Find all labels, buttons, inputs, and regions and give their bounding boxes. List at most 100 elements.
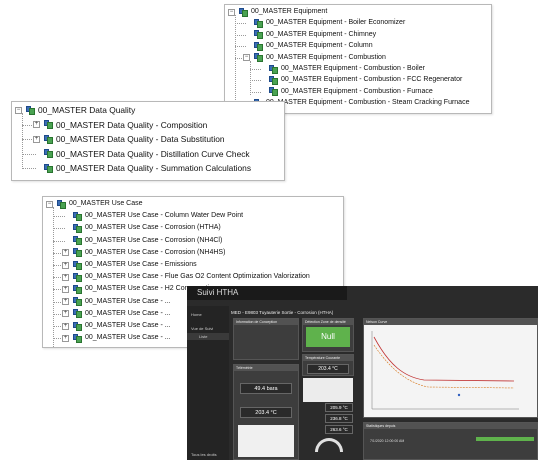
nav-footer[interactable]: Tous les droits bbox=[191, 452, 217, 457]
alert-status: Null bbox=[306, 327, 350, 347]
tree-node-label[interactable]: 00_MASTER Equipment bbox=[251, 7, 327, 17]
tree-node-label[interactable]: 00_MASTER Use Case - Emissions bbox=[85, 260, 197, 270]
tree-node-icon bbox=[73, 321, 82, 331]
stats-box: Statistiques depuis 7/1/2020 12:00:00 AM bbox=[363, 422, 538, 460]
tree-node-icon bbox=[269, 64, 278, 74]
tree-node-label[interactable]: 00_MASTER Equipment - Column bbox=[266, 41, 373, 51]
tree-node-label[interactable]: 00_MASTER Equipment - Combustion - FCC R… bbox=[281, 75, 462, 85]
tree-connector bbox=[235, 46, 246, 48]
tree-node-label[interactable]: 00_MASTER Use Case - Corrosion (NH4Cl) bbox=[85, 236, 222, 246]
tree-node-label[interactable]: 00_MASTER Data Quality - Summation Calcu… bbox=[56, 163, 251, 173]
tree-node-icon-front bbox=[76, 311, 82, 319]
expand-toggle[interactable]: + bbox=[62, 310, 69, 318]
mid-value: 236.8 °C bbox=[325, 414, 353, 423]
tree-connector bbox=[250, 91, 261, 93]
tree-node-label[interactable]: 00_MASTER Use Case - Flue Gas O2 Content… bbox=[85, 272, 310, 282]
high-value: 263.6 °C bbox=[325, 425, 353, 434]
tree-node-icon bbox=[254, 41, 263, 51]
expand-toggle[interactable]: + bbox=[62, 298, 69, 306]
tree-node-icon-front bbox=[257, 20, 263, 28]
tree-node-label[interactable]: 00_MASTER Data Quality - Distillation Cu… bbox=[56, 149, 250, 159]
tree-node-icon bbox=[73, 309, 82, 319]
info-box-title: Information de Conception bbox=[234, 319, 298, 325]
nav-selected-bg bbox=[187, 333, 229, 340]
tree-connector bbox=[53, 216, 65, 218]
tree-node-icon bbox=[44, 120, 53, 129]
alert-title: Détection Zone de densité bbox=[303, 319, 353, 325]
tree-connector bbox=[22, 113, 23, 167]
tree-connector bbox=[53, 207, 54, 347]
tree-connector bbox=[250, 61, 251, 95]
window-title: Suivi HTHA bbox=[187, 286, 347, 300]
nav-view[interactable]: Vue de Suivi bbox=[191, 326, 213, 331]
tree-node-icon-front bbox=[272, 77, 278, 85]
tree-node-icon-front bbox=[60, 201, 66, 209]
tree-node-icon bbox=[73, 272, 82, 282]
tree-node-icon-front bbox=[272, 89, 278, 97]
tree-node-label[interactable]: 00_MASTER Use Case - Column Water Dew Po… bbox=[85, 211, 243, 221]
expand-toggle[interactable]: + bbox=[33, 135, 40, 143]
tree-node-label[interactable]: 00_MASTER Use Case - ... bbox=[85, 321, 171, 331]
tree-node-label[interactable]: 00_MASTER Use Case - Corrosion (NH4HS) bbox=[85, 248, 225, 258]
nav-home[interactable]: Home bbox=[191, 312, 202, 317]
expand-toggle[interactable]: + bbox=[33, 121, 40, 128]
tree-node-label[interactable]: 00_MASTER Use Case - Corrosion (HTHA) bbox=[85, 223, 221, 233]
tree-node-icon bbox=[254, 18, 263, 28]
tree-node-icon-front bbox=[257, 43, 263, 51]
tree-node-icon bbox=[254, 53, 263, 63]
tree-node-icon bbox=[269, 75, 278, 85]
tree-node-label[interactable]: 00_MASTER Equipment - Chimney bbox=[266, 30, 376, 40]
tree-node-label[interactable]: 00_MASTER Use Case - ... bbox=[85, 333, 171, 343]
tree-node-label[interactable]: 00_MASTER Equipment - Combustion bbox=[266, 53, 386, 63]
low-value: 205.9 °C bbox=[325, 403, 353, 412]
expand-toggle[interactable]: + bbox=[62, 249, 69, 257]
tree-node-label[interactable]: 00_MASTER Use Case - ... bbox=[85, 309, 171, 319]
expand-toggle[interactable]: + bbox=[62, 261, 69, 269]
collapse-toggle[interactable]: − bbox=[228, 8, 235, 16]
tree-node-icon bbox=[73, 248, 82, 258]
stats-title: Statistiques depuis bbox=[364, 423, 537, 429]
tree-node-icon bbox=[57, 199, 66, 209]
expand-toggle[interactable]: + bbox=[62, 334, 69, 342]
tree-node-label[interactable]: 00_MASTER Data Quality bbox=[38, 105, 135, 115]
telemetry-trend-chart bbox=[238, 425, 294, 457]
collapse-toggle[interactable]: − bbox=[15, 106, 22, 114]
tree-node-label[interactable]: 00_MASTER Data Quality - Composition bbox=[56, 120, 207, 130]
tree-node-icon-front bbox=[76, 323, 82, 331]
nav-sub[interactable]: Liste bbox=[199, 334, 207, 339]
expand-toggle[interactable]: + bbox=[62, 322, 69, 330]
small-trend-chart bbox=[303, 378, 353, 402]
collapse-toggle[interactable]: − bbox=[46, 200, 53, 208]
tree-node-icon-front bbox=[242, 9, 248, 17]
tree-node-icon-front bbox=[76, 299, 82, 307]
tree-node-icon-front bbox=[76, 262, 82, 270]
tree-node-icon-front bbox=[29, 107, 35, 115]
tree-node-label[interactable]: 00_MASTER Equipment - Combustion - Steam… bbox=[266, 98, 469, 108]
tree-node-icon-front bbox=[47, 165, 53, 173]
tree-node-icon-front bbox=[76, 286, 82, 294]
tree-node-icon-front bbox=[76, 225, 82, 233]
tree-connector bbox=[22, 153, 36, 155]
tree-connector bbox=[235, 15, 236, 106]
tree-node-icon-front bbox=[76, 250, 82, 258]
tree-connector bbox=[235, 23, 246, 25]
tree-node-icon bbox=[73, 333, 82, 343]
tree-node-label[interactable]: 00_MASTER Equipment - Combustion - Boile… bbox=[281, 64, 425, 74]
tree-node-label[interactable]: 00_MASTER Use Case - ... bbox=[85, 297, 171, 307]
tree-connector bbox=[250, 80, 261, 82]
tree-connector bbox=[235, 34, 246, 36]
collapse-toggle[interactable]: − bbox=[243, 54, 250, 62]
tree-node-icon bbox=[44, 134, 53, 144]
tree-node-icon-front bbox=[76, 335, 82, 343]
tree-node-label[interactable]: 00_MASTER Equipment - Combustion - Furna… bbox=[281, 87, 433, 97]
tree-node-icon bbox=[239, 7, 248, 17]
tree-node-label[interactable]: 00_MASTER Data Quality - Data Substituti… bbox=[56, 134, 225, 144]
tree-node-label[interactable]: 00_MASTER Use Case bbox=[69, 199, 143, 209]
expand-toggle[interactable]: + bbox=[62, 273, 69, 281]
telemetry-title: Télémétrie bbox=[234, 365, 298, 371]
expand-toggle[interactable]: + bbox=[62, 285, 69, 293]
tree-node-icon bbox=[26, 105, 35, 115]
tree-node-label[interactable]: 00_MASTER Equipment - Boiler Economizer bbox=[266, 18, 405, 28]
current-temp-value: 203.4 °C bbox=[307, 364, 349, 374]
tree-connector bbox=[250, 69, 261, 70]
